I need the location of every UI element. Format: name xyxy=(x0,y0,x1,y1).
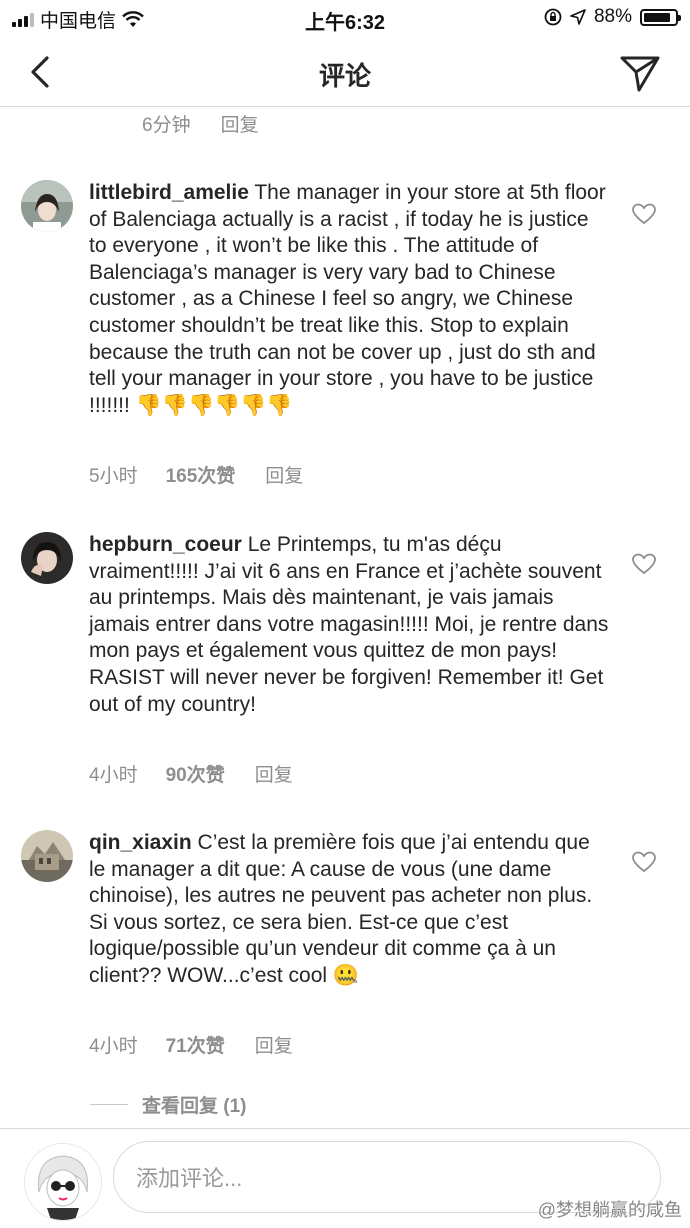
avatar[interactable] xyxy=(21,830,73,882)
comment-likes[interactable]: 90次赞 xyxy=(166,760,225,787)
comment-meta: 4小时 71次赞 回复 xyxy=(89,1031,293,1058)
status-bar: 中国电信 上午6:32 88% xyxy=(0,0,690,36)
comment-time: 5小时 xyxy=(89,466,138,487)
avatar[interactable] xyxy=(21,180,73,232)
location-icon xyxy=(570,9,586,25)
heart-icon[interactable] xyxy=(631,850,657,874)
battery-icon xyxy=(640,8,681,26)
comment-likes[interactable]: 71次赞 xyxy=(166,1031,225,1058)
comment-username[interactable]: littlebird_amelie xyxy=(89,181,249,204)
reply-button[interactable]: 回复 xyxy=(221,110,259,137)
comment-time: 4小时 xyxy=(89,1036,138,1057)
comment-meta: 5小时 165次赞 回复 xyxy=(89,461,303,488)
lock-rotation-icon xyxy=(544,8,562,26)
watermark: @梦想躺赢的咸鱼 xyxy=(538,1196,682,1222)
comment-meta: 4小时 90次赞 回复 xyxy=(89,760,293,787)
status-right: 88% xyxy=(544,6,681,28)
view-replies-button[interactable]: 查看回复 (1) xyxy=(90,1091,247,1118)
divider-line xyxy=(90,1104,128,1105)
comment-time: 4小时 xyxy=(89,765,138,786)
reply-button[interactable]: 回复 xyxy=(255,1031,293,1058)
heart-icon[interactable] xyxy=(631,202,657,226)
comment-likes[interactable]: 165次赞 xyxy=(166,461,236,488)
battery-percent: 88% xyxy=(593,6,632,27)
comment-body: hepburn_coeur Le Printemps, tu m'as déçu… xyxy=(89,532,609,718)
avatar[interactable] xyxy=(21,532,73,584)
comment-text: The manager in your store at 5th floor o… xyxy=(89,181,606,417)
comment-username[interactable]: hepburn_coeur xyxy=(89,533,242,556)
comment-time: 6分钟 xyxy=(142,115,191,136)
comment-username[interactable]: qin_xiaxin xyxy=(89,831,192,854)
heart-icon[interactable] xyxy=(631,552,657,576)
comment-body: littlebird_amelie The manager in your st… xyxy=(89,180,609,419)
watermark-label: @梦想躺赢的咸鱼 xyxy=(537,1200,682,1220)
comment-emoji: 🤐 xyxy=(332,963,360,987)
battery-fill xyxy=(644,12,671,22)
comment-body: qin_xiaxin C’est la première fois que j’… xyxy=(89,830,609,990)
reply-button[interactable]: 回复 xyxy=(255,760,293,787)
previous-comment-meta: 6分钟 回复 xyxy=(142,110,259,137)
reply-button[interactable]: 回复 xyxy=(265,461,303,488)
avatar xyxy=(24,1143,102,1221)
comment-text: Le Printemps, tu m'as déçu vraiment!!!!!… xyxy=(89,533,609,716)
page-title: 评论 xyxy=(318,61,371,91)
send-icon[interactable] xyxy=(618,50,662,94)
comment-emoji: 👎👎👎👎👎👎 xyxy=(135,393,293,417)
nav-bar: 评论 xyxy=(0,36,690,107)
view-replies-label: 查看回复 (1) xyxy=(142,1096,247,1117)
